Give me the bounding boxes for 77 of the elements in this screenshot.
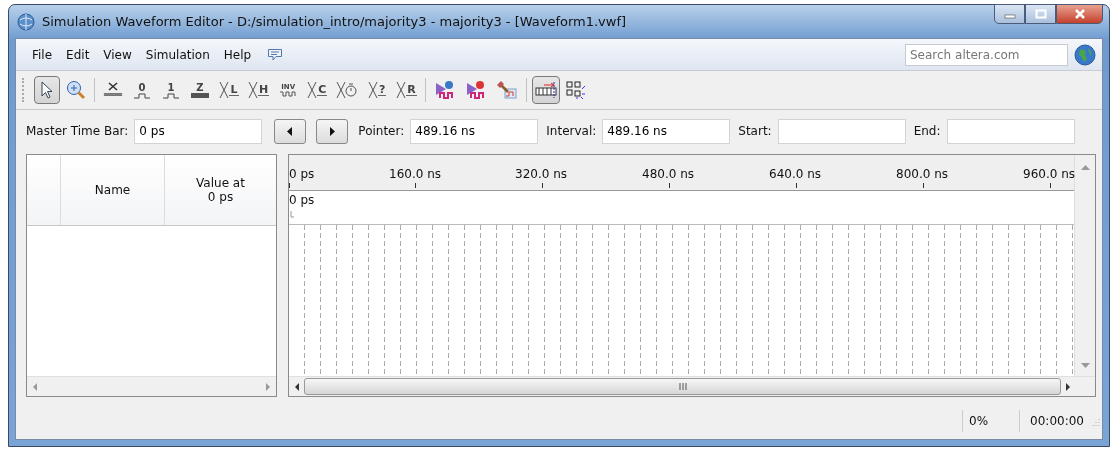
maximize-button[interactable] xyxy=(1025,4,1056,24)
crossing-lines-icon xyxy=(307,81,318,99)
left-triangle-icon xyxy=(287,126,294,136)
ruler-tick-label: 800.0 ns xyxy=(896,167,949,181)
snap-to-grid-icon xyxy=(534,81,557,99)
progress-percent: 0% xyxy=(962,409,1020,432)
minimize-button[interactable] xyxy=(994,4,1025,24)
snap-tool-button[interactable] xyxy=(531,76,560,104)
column-header[interactable]: Value at 0 ps xyxy=(165,155,276,225)
cross-tool-button[interactable]: L xyxy=(216,76,242,104)
column-header[interactable]: Name xyxy=(61,155,165,225)
interval-field[interactable]: 489.16 ns xyxy=(602,118,731,144)
cross-tool-button[interactable]: R xyxy=(393,76,420,104)
menu-item[interactable]: Simulation xyxy=(139,44,218,65)
ruler-tick-label: 320.0 ns xyxy=(515,167,568,181)
crossing-lines-icon xyxy=(396,81,407,99)
scroll-down-arrow-icon[interactable] xyxy=(1080,363,1090,368)
ruler-tick-label: 640.0 ns xyxy=(769,167,822,181)
pointer-field[interactable]: 489.16 ns xyxy=(410,118,539,144)
right-triangle-icon xyxy=(329,126,336,136)
end-label: End: xyxy=(913,124,941,138)
globe-icon[interactable] xyxy=(1074,43,1096,66)
crossing-lines-icon xyxy=(368,81,379,99)
end-field[interactable] xyxy=(946,118,1075,144)
close-button[interactable] xyxy=(1056,4,1103,24)
menu-item[interactable]: Help xyxy=(217,44,260,65)
master-time-bar-label: Master Time Bar: xyxy=(26,124,129,138)
maximize-icon xyxy=(1034,9,1047,19)
cursor-marker-icon[interactable] xyxy=(290,211,295,218)
play-waveform-icon xyxy=(433,80,456,100)
scroll-right-arrow-icon[interactable] xyxy=(1065,382,1071,391)
scrollbar-thumb[interactable] xyxy=(304,378,1061,395)
hammer-icon xyxy=(495,80,518,100)
play-waveform-icon xyxy=(464,80,487,100)
close-icon xyxy=(1072,9,1087,19)
cross-waveform-icon xyxy=(103,81,123,99)
pulse-waveform-icon xyxy=(133,92,151,99)
select-tool-button[interactable] xyxy=(34,76,60,104)
cross-tool-button[interactable]: ? xyxy=(364,76,391,104)
cursor-time-label: 0 ps xyxy=(289,193,315,207)
flat-bar-icon xyxy=(191,93,209,98)
grip-lines-icon xyxy=(678,383,687,390)
search-field[interactable]: Search altera.com xyxy=(905,43,1068,66)
next-button[interactable] xyxy=(316,118,349,144)
cross-tool-button[interactable]: C xyxy=(304,76,331,104)
grid-squares-icon xyxy=(565,81,586,99)
ruler-tick-label: 160.0 ns xyxy=(389,167,442,181)
app-globe-icon xyxy=(17,12,35,31)
previous-button[interactable] xyxy=(274,118,307,144)
zoom-icon xyxy=(66,80,86,100)
level-tool-button[interactable]: 0 xyxy=(129,76,155,104)
start-label: Start: xyxy=(738,124,772,138)
menu-item[interactable]: View xyxy=(97,44,140,65)
elapsed-time: 00:00:00 xyxy=(1019,409,1090,432)
level-tool-button[interactable]: 1 xyxy=(158,76,184,104)
scroll-left-arrow-icon[interactable] xyxy=(294,382,300,391)
pulse-waveform-icon xyxy=(162,92,180,99)
crossing-lines-icon xyxy=(219,81,230,99)
square-wave-icon xyxy=(279,91,298,97)
scroll-up-arrow-icon[interactable] xyxy=(1080,165,1090,170)
menu-item[interactable]: Edit xyxy=(60,44,98,65)
stopwatch-icon xyxy=(336,81,359,99)
vertical-scrollbar[interactable] xyxy=(1074,155,1095,376)
ruler-tick-label: 480.0 ns xyxy=(642,167,695,181)
pointer-arrow-icon xyxy=(39,81,55,99)
pointer-label: Pointer: xyxy=(358,124,405,138)
window-title: Simulation Waveform Editor - D:/simulation_intro/majority3 - majority3 - [Waveform1.vwf] xyxy=(42,14,627,29)
cross-tool-button[interactable]: H xyxy=(245,76,273,104)
start-field[interactable] xyxy=(777,118,906,144)
speech-bubble-icon[interactable] xyxy=(267,47,284,62)
master-time-bar-field[interactable]: 0 ps xyxy=(134,118,263,144)
menu-item[interactable]: File xyxy=(26,44,61,65)
ruler-tick-label: 0 ps xyxy=(289,167,315,181)
crossing-lines-icon xyxy=(248,81,258,99)
highz-tool-button[interactable]: Z xyxy=(187,76,213,104)
ruler-tick-label: 960.0 ns xyxy=(1023,167,1076,181)
interval-label: Interval: xyxy=(546,124,597,138)
